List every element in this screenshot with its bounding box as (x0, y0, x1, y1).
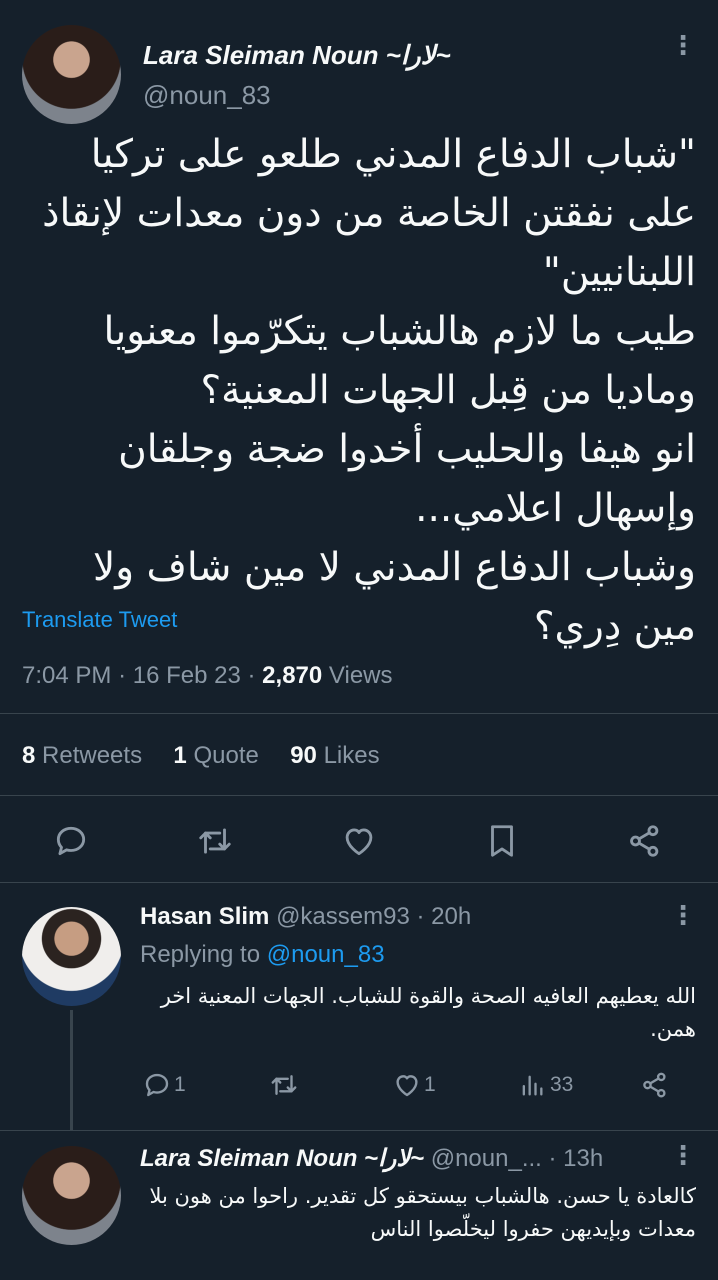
tweet-meta: 7:04 PM · 16 Feb 23 · 2,870 Views (22, 662, 393, 689)
more-icon[interactable]: ⋮ (670, 32, 696, 58)
replying-to-handle[interactable]: @noun_83 (267, 941, 385, 968)
reply-author-name[interactable]: Hasan Slim (140, 903, 269, 930)
retweet-icon[interactable] (195, 822, 235, 860)
retweets-stat[interactable]: 8 Retweets (22, 742, 142, 769)
reply-time: · 20h (416, 903, 472, 930)
avatar[interactable] (22, 907, 121, 1006)
views-icon (518, 1070, 546, 1100)
reply-header: Hasan Slim @kassem93 · 20h (140, 903, 471, 931)
avatar[interactable] (22, 1146, 121, 1245)
likes-count: 90 (290, 742, 317, 769)
retweet-icon (268, 1070, 300, 1100)
author-handle[interactable]: @noun_83 (143, 80, 271, 111)
reply-author-handle[interactable]: @noun_... (431, 1145, 542, 1172)
more-icon[interactable]: ⋮ (670, 1142, 696, 1168)
like-icon (392, 1070, 422, 1100)
divider (0, 713, 718, 714)
reply-author-handle[interactable]: @kassem93 (276, 903, 410, 930)
view-count: 33 (550, 1073, 574, 1096)
reply-author-name[interactable]: Lara Sleiman Noun ~لارا~ (140, 1145, 424, 1172)
quotes-count: 1 (173, 742, 187, 769)
views-count: 2,870 (262, 662, 323, 689)
reply-count: 1 (174, 1073, 186, 1096)
reply-header: Lara Sleiman Noun ~لارا~ @noun_... · 13h (140, 1144, 603, 1173)
retweets-count: 8 (22, 742, 36, 769)
quotes-stat[interactable]: 1 Quote (173, 742, 258, 769)
reply-action-views[interactable]: 33 (518, 1070, 573, 1100)
views-label: Views (328, 662, 393, 689)
reply-text: الله يعطيهم العافيه الصحة والقوة للشباب.… (154, 984, 696, 1041)
quotes-label: Quote (193, 742, 259, 769)
divider (0, 882, 718, 883)
share-icon[interactable] (626, 822, 664, 860)
share-icon[interactable] (640, 1070, 670, 1100)
tweet-date: 16 Feb 23 (132, 662, 241, 689)
divider (0, 795, 718, 796)
author-name[interactable]: Lara Sleiman Noun ~لارا~ (143, 40, 451, 71)
retweets-label: Retweets (42, 742, 143, 769)
divider (0, 1130, 718, 1131)
reply-action-reply[interactable]: 1 (142, 1070, 186, 1100)
translate-tweet-link[interactable]: Translate Tweet (22, 607, 177, 633)
avatar[interactable] (22, 25, 121, 124)
like-icon[interactable] (339, 822, 379, 860)
replying-to: Replying to @noun_83 (140, 941, 385, 969)
more-icon[interactable]: ⋮ (670, 902, 696, 928)
like-count: 1 (424, 1073, 436, 1096)
replying-to-prefix: Replying to (140, 941, 261, 968)
engagement-stats: 8 Retweets 1 Quote 90 Likes (22, 742, 380, 770)
likes-label: Likes (323, 742, 380, 769)
tweet-time: 7:04 PM (22, 662, 112, 689)
thread-line (70, 1010, 73, 1130)
tweet-text: "شباب الدفاع المدني طلعو على تركيا على ن… (42, 132, 696, 649)
likes-stat[interactable]: 90 Likes (290, 742, 379, 769)
reply-text: كالعادة يا حسن. هالشباب بيستحقو كل تقدير… (142, 1184, 696, 1241)
reply-icon[interactable] (52, 822, 90, 860)
bookmark-icon[interactable] (483, 822, 521, 860)
reply-icon (142, 1070, 172, 1100)
reply-action-like[interactable]: 1 (392, 1070, 436, 1100)
reply-action-retweet[interactable] (268, 1070, 302, 1100)
reply-time: · 13h (548, 1145, 604, 1172)
